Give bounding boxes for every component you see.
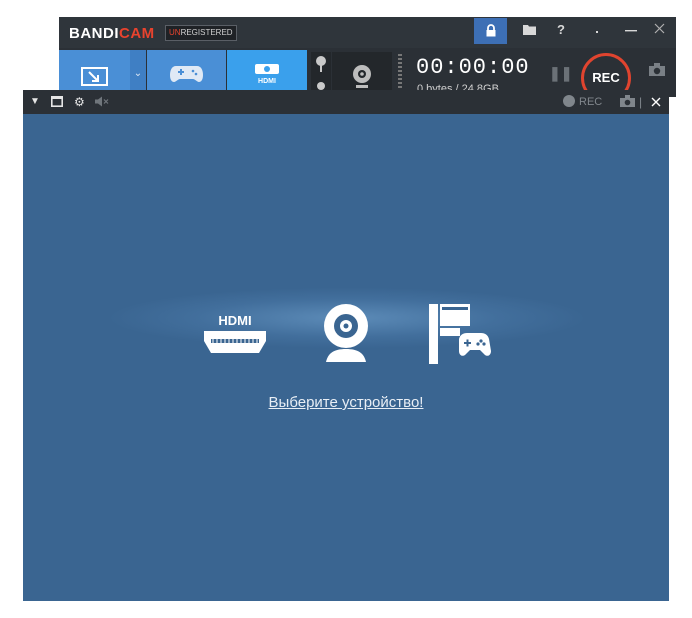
window-mode-button[interactable] (51, 90, 63, 114)
device-capture-window: ▼ ⚙ REC | HDMI Выберите устройство! (23, 90, 669, 601)
window-icon (51, 96, 63, 107)
compact-mode-icon (596, 31, 598, 33)
pause-button[interactable]: ❚❚ (549, 65, 572, 82)
hdmi-icon: HDMI (204, 313, 266, 353)
capture-rec-label: REC (579, 96, 603, 108)
folder-icon (522, 25, 536, 35)
unregistered-suffix: REGISTERED (180, 28, 233, 37)
chevron-down-icon: ⌄ (133, 68, 143, 79)
hdmi-device-option[interactable]: HDMI (201, 313, 273, 363)
capture-rec-button[interactable]: REC (563, 90, 602, 114)
close-icon (654, 23, 664, 34)
game-console-device-option[interactable] (423, 302, 493, 366)
unregistered-badge[interactable]: UNREGISTERED (165, 25, 237, 41)
separator-icon: | (639, 95, 643, 109)
pause-icon: ❚❚ (549, 65, 573, 81)
sound-toggle-button[interactable] (95, 90, 109, 114)
record-button-label: REC (592, 70, 620, 85)
help-button[interactable]: ? (546, 17, 576, 43)
title-bar: BANDICAM UNREGISTERED ? (59, 17, 676, 48)
compact-mode-button[interactable] (582, 17, 612, 43)
game-console-icon (429, 304, 491, 364)
minimize-button[interactable] (616, 17, 646, 43)
panel-grip (398, 54, 402, 94)
camera-icon (620, 95, 635, 107)
recording-timer: 00:00:00 (416, 55, 530, 80)
webcam-icon (324, 304, 368, 362)
gear-icon: ⚙ (74, 95, 85, 109)
capture-screenshot-button[interactable]: | (620, 90, 642, 114)
logo-text-white: BANDI (69, 25, 119, 42)
speaker-mute-icon (95, 96, 109, 107)
minimize-icon (625, 30, 637, 32)
close-icon (651, 97, 661, 107)
close-button[interactable] (644, 17, 674, 43)
triangle-down-icon: ▼ (30, 96, 40, 107)
lock-icon (486, 24, 495, 37)
bandicam-logo: BANDICAM (69, 25, 155, 42)
bandicam-main-window: BANDICAM UNREGISTERED ? ⌄ HDMI 00:00:00 … (59, 17, 676, 103)
help-icon: ? (557, 22, 565, 37)
screenshot-button[interactable] (649, 63, 665, 80)
settings-button[interactable]: ⚙ (74, 90, 85, 114)
select-device-link[interactable]: Выберите устройство! (23, 394, 669, 411)
camera-icon (649, 63, 665, 76)
open-folder-button[interactable] (514, 17, 544, 43)
svg-text:HDMI: HDMI (258, 78, 276, 85)
lock-button[interactable] (474, 18, 507, 44)
record-dot-icon (563, 95, 575, 107)
unregistered-prefix: UN (169, 28, 181, 37)
capture-close-button[interactable] (651, 90, 661, 114)
hdmi-icon-label: HDMI (218, 313, 251, 328)
webcam-device-option[interactable] (316, 302, 376, 364)
logo-text-red: CAM (119, 25, 155, 42)
capture-window-toolbar: ▼ ⚙ REC | (23, 90, 669, 114)
menu-dropdown-button[interactable]: ▼ (30, 90, 40, 114)
